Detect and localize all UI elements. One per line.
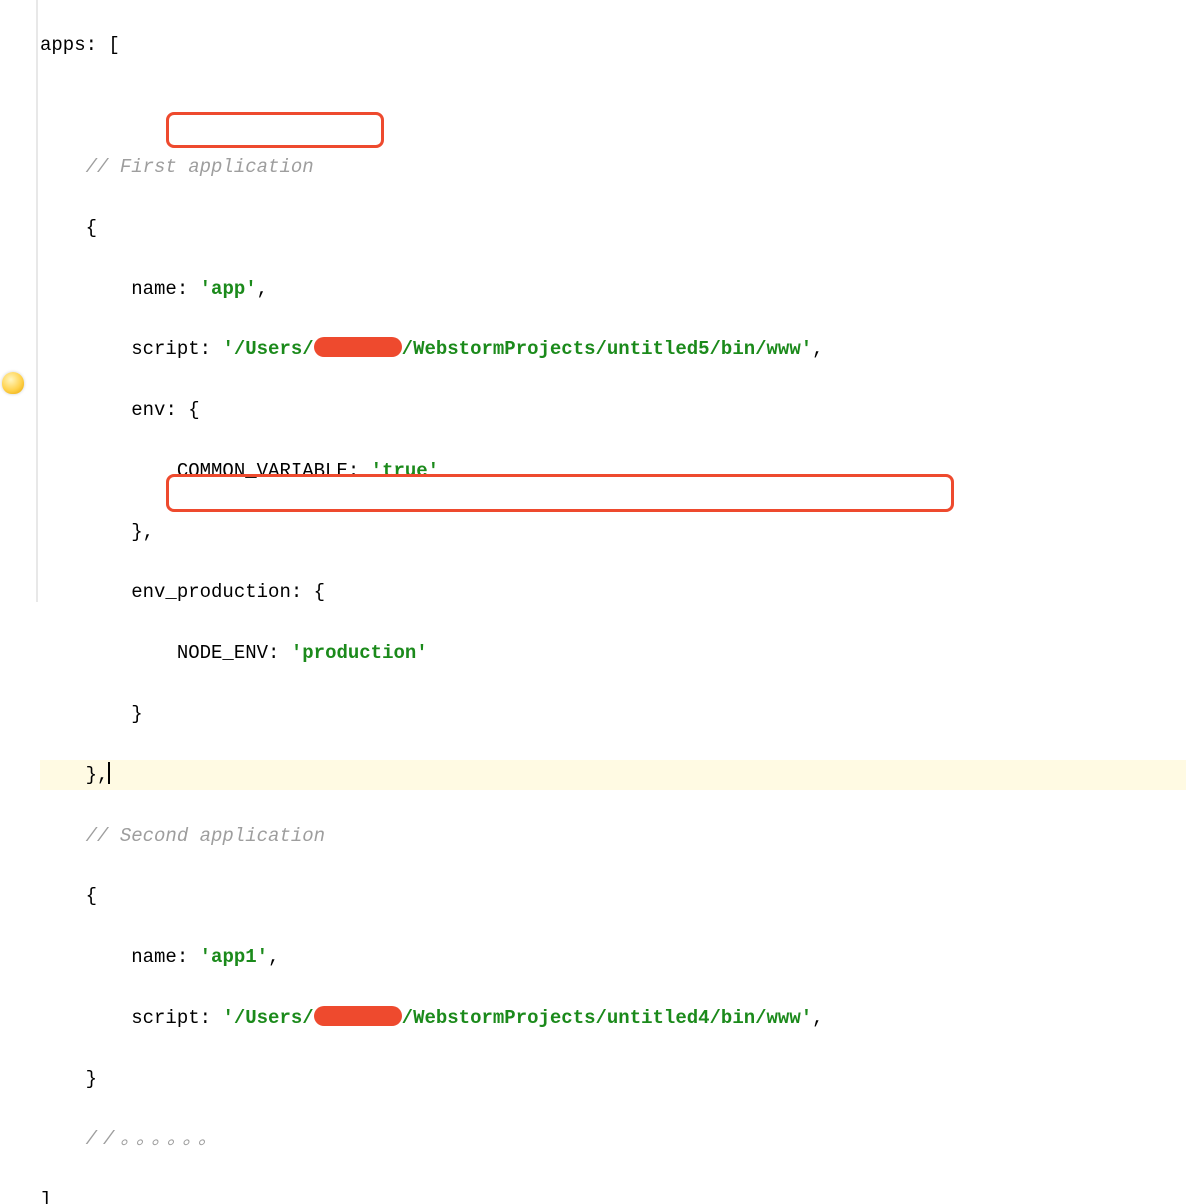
code-line: { (40, 213, 1186, 243)
code-comment: // Second application (86, 825, 325, 847)
code-line: COMMON_VARIABLE: 'true' (40, 456, 1186, 486)
code-string: /WebstormProjects/untitled5/bin/www' (402, 338, 812, 360)
code-token: apps (40, 34, 86, 56)
code-line: }, (40, 517, 1186, 547)
code-string: '/Users/ (222, 338, 313, 360)
code-token: : (86, 34, 109, 56)
code-line: // Second application (40, 821, 1186, 851)
code-string: '/Users/ (222, 1007, 313, 1029)
code-line: //。。。。。。 (40, 1124, 1186, 1154)
code-string: 'production' (291, 642, 428, 664)
code-key: env (131, 399, 165, 421)
lightbulb-icon[interactable] (2, 372, 24, 394)
code-line: env: { (40, 395, 1186, 425)
code-comment: // First application (86, 156, 314, 178)
code-key: name (131, 946, 177, 968)
code-token: { (86, 217, 97, 239)
code-line: // First application (40, 152, 1186, 182)
code-comment: //。。。。。。 (86, 1128, 223, 1150)
code-line: script: '/Users//WebstormProjects/untitl… (40, 334, 1186, 364)
text-cursor (108, 762, 110, 784)
editor-gutter (0, 0, 38, 602)
code-key: COMMON_VARIABLE (177, 460, 348, 482)
code-key: name (131, 278, 177, 300)
code-string: 'app' (200, 278, 257, 300)
code-line: script: '/Users//WebstormProjects/untitl… (40, 1003, 1186, 1033)
code-key: env_production (131, 581, 291, 603)
code-key: NODE_ENV (177, 642, 268, 664)
code-editor[interactable]: apps: [ // First application { name: 'ap… (40, 0, 1186, 602)
code-line: name: 'app', (40, 274, 1186, 304)
code-line: } (40, 699, 1186, 729)
code-line: apps: [ (40, 30, 1186, 60)
code-line-active: }, (40, 760, 1186, 790)
code-key: script (131, 1007, 199, 1029)
code-line: env_production: { (40, 577, 1186, 607)
code-line: { (40, 881, 1186, 911)
code-line: } (40, 1064, 1186, 1094)
code-line: ] (40, 1185, 1186, 1204)
code-key: script (131, 338, 199, 360)
redacted-text (314, 1006, 402, 1026)
code-string: 'true' (371, 460, 439, 482)
code-line: name: 'app1', (40, 942, 1186, 972)
code-string: /WebstormProjects/untitled4/bin/www' (402, 1007, 812, 1029)
code-token: [ (108, 34, 119, 56)
redacted-text (314, 337, 402, 357)
code-line: NODE_ENV: 'production' (40, 638, 1186, 668)
code-string: 'app1' (200, 946, 268, 968)
code-line (40, 91, 1186, 121)
